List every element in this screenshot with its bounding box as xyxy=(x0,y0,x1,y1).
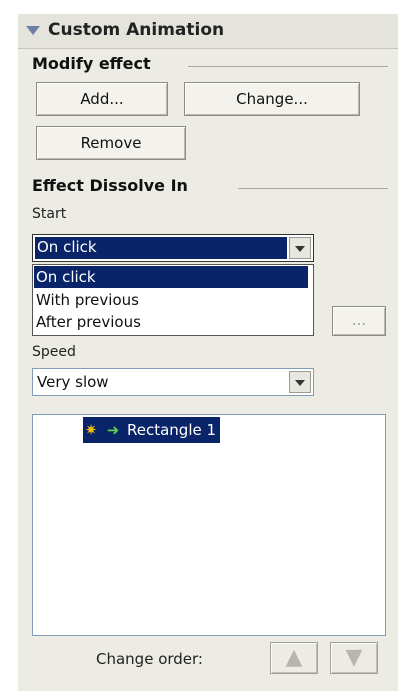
chevron-down-icon[interactable] xyxy=(289,371,311,393)
animation-list[interactable]: ✷ ➜ Rectangle 1 xyxy=(32,414,386,636)
modify-effect-divider xyxy=(188,66,388,67)
modify-effect-heading: Modify effect xyxy=(32,54,151,73)
remove-button[interactable]: Remove xyxy=(36,126,186,160)
panel-title: Custom Animation xyxy=(48,20,225,40)
speed-combobox-value: Very slow xyxy=(37,373,109,391)
effect-options-button[interactable]: ... xyxy=(332,306,386,336)
speed-label: Speed xyxy=(32,344,76,360)
start-option-on-click[interactable]: On click xyxy=(34,266,308,288)
change-button[interactable]: Change... xyxy=(184,82,360,116)
collapse-triangle-icon[interactable] xyxy=(26,26,40,35)
effect-heading: Effect Dissolve In xyxy=(32,176,188,195)
chevron-down-icon[interactable] xyxy=(289,237,311,259)
start-combobox[interactable]: On click xyxy=(32,234,314,262)
move-down-button[interactable]: ▼ xyxy=(330,642,378,674)
start-option-after-previous[interactable]: After previous xyxy=(34,311,308,333)
custom-animation-panel: Custom Animation Modify effect Add... Ch… xyxy=(18,14,398,691)
list-item-label: Rectangle 1 xyxy=(127,421,217,439)
effect-divider xyxy=(238,188,388,189)
move-up-button[interactable]: ▲ xyxy=(270,642,318,674)
mouse-click-icon: ➜ xyxy=(106,421,120,439)
effect-star-icon: ✷ xyxy=(84,421,98,439)
arrow-up-icon: ▲ xyxy=(285,645,303,670)
change-order-label: Change order: xyxy=(96,650,203,668)
add-button[interactable]: Add... xyxy=(36,82,168,116)
list-item[interactable]: ✷ ➜ Rectangle 1 xyxy=(83,417,221,443)
start-label: Start xyxy=(32,206,67,222)
start-option-with-previous[interactable]: With previous xyxy=(34,289,308,311)
start-dropdown-list[interactable]: On click With previous After previous xyxy=(32,264,314,336)
start-combobox-value: On click xyxy=(37,238,97,256)
panel-header[interactable]: Custom Animation xyxy=(18,14,398,49)
speed-combobox[interactable]: Very slow xyxy=(32,368,314,396)
arrow-down-icon: ▼ xyxy=(345,645,363,670)
